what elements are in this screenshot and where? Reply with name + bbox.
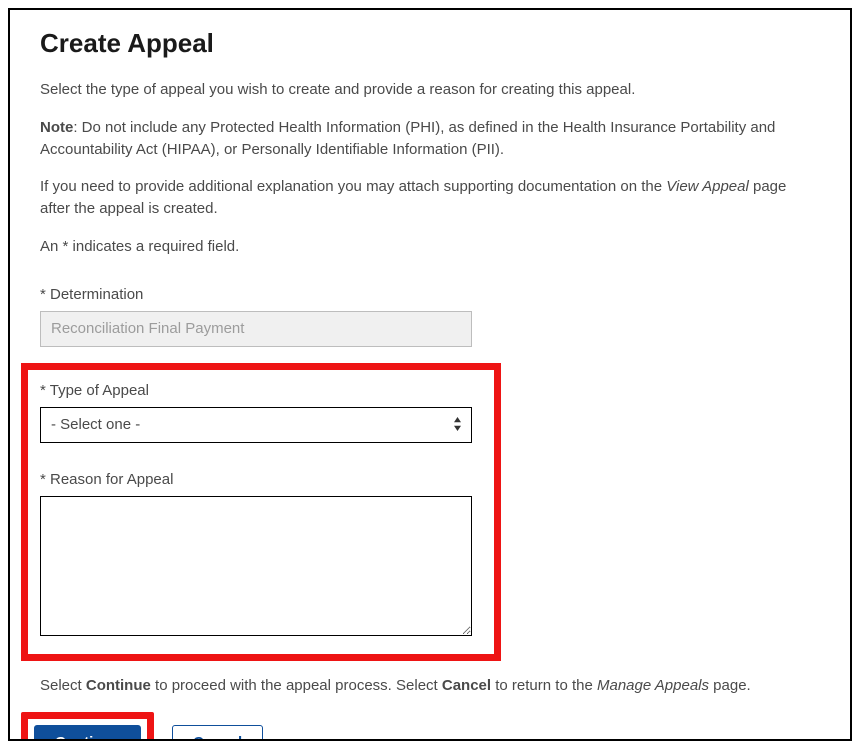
reason-textarea[interactable] bbox=[40, 496, 472, 636]
type-of-appeal-select[interactable]: - Select one - bbox=[40, 407, 472, 443]
create-appeal-form: Create Appeal Select the type of appeal … bbox=[8, 8, 852, 741]
note-text: Note: Do not include any Protected Healt… bbox=[40, 117, 820, 161]
action-instructions: Select Continue to proceed with the appe… bbox=[40, 675, 820, 697]
type-of-appeal-group: * Type of Appeal - Select one - bbox=[40, 382, 482, 443]
type-of-appeal-select-wrap: - Select one - bbox=[40, 407, 472, 443]
intro-text: Select the type of appeal you wish to cr… bbox=[40, 79, 820, 101]
required-field-note: An * indicates a required field. bbox=[40, 236, 820, 258]
attachment-info: If you need to provide additional explan… bbox=[40, 176, 820, 220]
determination-label: * Determination bbox=[40, 286, 820, 303]
cancel-button[interactable]: Cancel bbox=[172, 725, 263, 741]
highlighted-appeal-fields: * Type of Appeal - Select one - * Reason… bbox=[21, 363, 501, 661]
continue-button-highlight: Continue bbox=[21, 712, 154, 741]
reason-group: * Reason for Appeal bbox=[40, 471, 482, 640]
action-buttons: Continue Cancel bbox=[21, 712, 820, 741]
note-body: : Do not include any Protected Health In… bbox=[40, 119, 775, 158]
page-title: Create Appeal bbox=[40, 28, 820, 59]
view-appeal-ref: View Appeal bbox=[666, 178, 749, 195]
reason-label: * Reason for Appeal bbox=[40, 471, 482, 488]
type-of-appeal-label: * Type of Appeal bbox=[40, 382, 482, 399]
note-label: Note bbox=[40, 119, 73, 136]
determination-group: * Determination bbox=[40, 286, 820, 347]
determination-field bbox=[40, 311, 472, 347]
continue-button[interactable]: Continue bbox=[34, 725, 141, 741]
